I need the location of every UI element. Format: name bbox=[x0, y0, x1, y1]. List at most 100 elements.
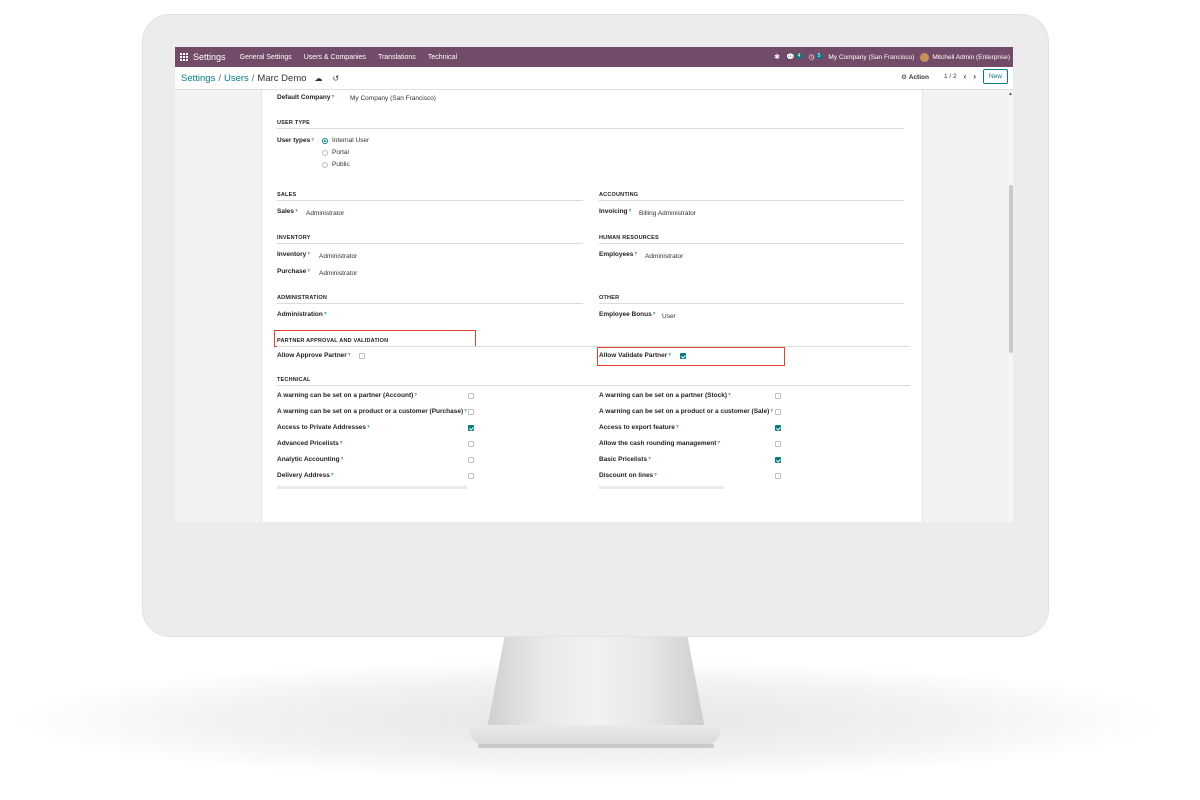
technical-right-checkbox[interactable] bbox=[775, 441, 781, 447]
accounting-title: ACCOUNTING bbox=[599, 192, 639, 198]
technical-left-label: A warning can be set on a partner (Accou… bbox=[277, 392, 418, 399]
technical-left-label: A warning can be set on a product or a c… bbox=[277, 408, 467, 415]
highlight-box bbox=[274, 330, 476, 347]
activities-button[interactable]: ◷ 5 bbox=[808, 53, 823, 61]
breadcrumb-separator: / bbox=[251, 72, 255, 84]
inventory-title: INVENTORY bbox=[277, 235, 311, 241]
hr-title: HUMAN RESOURCES bbox=[599, 235, 659, 241]
allow-approve-partner-label: Allow Approve Partner? bbox=[277, 352, 351, 359]
radio-internal-user[interactable]: Internal User bbox=[322, 137, 369, 144]
divider bbox=[277, 128, 904, 129]
cut-off-row bbox=[599, 486, 724, 489]
divider bbox=[277, 200, 583, 201]
scrollbar-thumb[interactable] bbox=[1009, 185, 1013, 353]
technical-right-checkbox[interactable] bbox=[775, 409, 781, 415]
pager-prev-icon[interactable]: ‹ bbox=[964, 72, 967, 81]
messages-button[interactable]: 💬 4 bbox=[786, 53, 803, 61]
screen: Settings General Settings Users & Compan… bbox=[175, 47, 1013, 522]
technical-left-label: Advanced Pricelists? bbox=[277, 440, 343, 447]
scroll-up-arrow-icon[interactable]: ▲ bbox=[1008, 91, 1013, 97]
save-cloud-icon[interactable]: ☁ bbox=[315, 74, 323, 83]
sales-title: SALES bbox=[277, 192, 297, 198]
technical-left-checkbox[interactable] bbox=[468, 473, 474, 479]
sales-value[interactable]: Administrator bbox=[306, 210, 344, 217]
pager-value[interactable]: 1 / 2 bbox=[944, 73, 957, 80]
action-button[interactable]: ⚙ Action bbox=[901, 73, 929, 81]
breadcrumb-settings[interactable]: Settings bbox=[181, 73, 215, 84]
form-sheet: Default Company? My Company (San Francis… bbox=[261, 90, 923, 522]
other-title: OTHER bbox=[599, 295, 620, 301]
technical-right-checkbox[interactable] bbox=[775, 457, 781, 463]
radio-portal[interactable]: Portal bbox=[322, 149, 349, 156]
discard-icon[interactable]: ↺ bbox=[333, 74, 340, 83]
employee-bonus-value[interactable]: User bbox=[662, 313, 676, 320]
company-switcher[interactable]: My Company (San Francisco) bbox=[828, 54, 914, 61]
app-name[interactable]: Settings bbox=[193, 52, 226, 62]
menu-users-companies[interactable]: Users & Companies bbox=[304, 54, 366, 61]
messages-badge: 4 bbox=[795, 53, 803, 59]
sales-label: Sales? bbox=[277, 208, 298, 215]
user-menu[interactable]: Mitchell Admin (Enterprise) bbox=[920, 52, 1010, 62]
technical-left-label: Delivery Address? bbox=[277, 472, 334, 479]
inventory-value[interactable]: Administrator bbox=[319, 253, 357, 260]
breadcrumb-separator: / bbox=[218, 72, 221, 84]
technical-right-label: Basic Pricelists? bbox=[599, 456, 651, 463]
divider bbox=[277, 346, 910, 347]
radio-circle[interactable] bbox=[322, 137, 328, 144]
bug-icon[interactable]: ✱ bbox=[774, 53, 780, 61]
technical-right-checkbox[interactable] bbox=[775, 425, 781, 431]
top-navbar: Settings General Settings Users & Compan… bbox=[175, 47, 1013, 67]
user-type-title: USER TYPE bbox=[277, 120, 310, 126]
administration-label: Administration? bbox=[277, 311, 327, 318]
technical-left-label: Analytic Accounting? bbox=[277, 456, 344, 463]
invoicing-label: Invoicing? bbox=[599, 208, 632, 215]
default-company-value[interactable]: My Company (San Francisco) bbox=[350, 95, 436, 102]
radio-public[interactable]: Public bbox=[322, 161, 350, 168]
user-name: Mitchell Admin (Enterprise) bbox=[932, 53, 1010, 61]
technical-left-checkbox[interactable] bbox=[468, 425, 474, 431]
technical-right-checkbox[interactable] bbox=[775, 393, 781, 399]
avatar bbox=[920, 52, 930, 62]
allow-approve-partner-checkbox[interactable] bbox=[359, 353, 365, 359]
breadcrumb-users[interactable]: Users bbox=[224, 73, 249, 84]
clock-icon: ◷ bbox=[808, 54, 815, 61]
technical-right-label: Allow the cash rounding management? bbox=[599, 440, 721, 447]
purchase-value[interactable]: Administrator bbox=[319, 270, 357, 277]
pager-next-icon[interactable]: › bbox=[973, 72, 976, 81]
purchase-label: Purchase? bbox=[277, 268, 311, 275]
technical-left-checkbox[interactable] bbox=[468, 457, 474, 463]
chat-icon: 💬 bbox=[785, 54, 795, 61]
allow-validate-partner-checkbox[interactable] bbox=[680, 353, 686, 359]
employees-value[interactable]: Administrator bbox=[645, 253, 683, 260]
action-label: Action bbox=[908, 73, 929, 81]
technical-left-checkbox[interactable] bbox=[468, 393, 474, 399]
menu-general-settings[interactable]: General Settings bbox=[240, 54, 292, 61]
divider bbox=[277, 243, 583, 244]
invoicing-value[interactable]: Billing Administrator bbox=[639, 210, 696, 217]
user-types-label: User types? bbox=[277, 137, 314, 144]
technical-left-checkbox[interactable] bbox=[468, 409, 474, 415]
divider bbox=[277, 303, 583, 304]
technical-right-label: Access to export feature? bbox=[599, 424, 679, 431]
technical-title: TECHNICAL bbox=[277, 377, 311, 383]
breadcrumb: Settings / Users / Marc Demo bbox=[181, 73, 307, 84]
divider bbox=[599, 303, 904, 304]
allow-validate-partner-label: Allow Validate Partner? bbox=[599, 352, 672, 359]
radio-circle[interactable] bbox=[322, 161, 328, 168]
radio-circle[interactable] bbox=[322, 149, 328, 156]
monitor-base bbox=[470, 725, 720, 745]
menu-translations[interactable]: Translations bbox=[378, 54, 416, 61]
cut-off-row bbox=[277, 486, 467, 489]
apps-grid-icon[interactable] bbox=[180, 53, 188, 61]
employee-bonus-label: Employee Bonus? bbox=[599, 311, 656, 318]
monitor-stand bbox=[487, 637, 705, 729]
menu-technical[interactable]: Technical bbox=[428, 54, 457, 61]
default-company-label: Default Company? bbox=[277, 94, 335, 101]
monitor-base-edge bbox=[478, 744, 714, 748]
technical-left-checkbox[interactable] bbox=[468, 441, 474, 447]
control-panel: Settings / Users / Marc Demo ☁ ↺ ⚙ Actio… bbox=[175, 67, 1013, 90]
technical-right-checkbox[interactable] bbox=[775, 473, 781, 479]
new-button[interactable]: New bbox=[982, 69, 1008, 84]
technical-right-label: Discount on lines? bbox=[599, 472, 657, 479]
activities-badge: 5 bbox=[815, 53, 823, 59]
